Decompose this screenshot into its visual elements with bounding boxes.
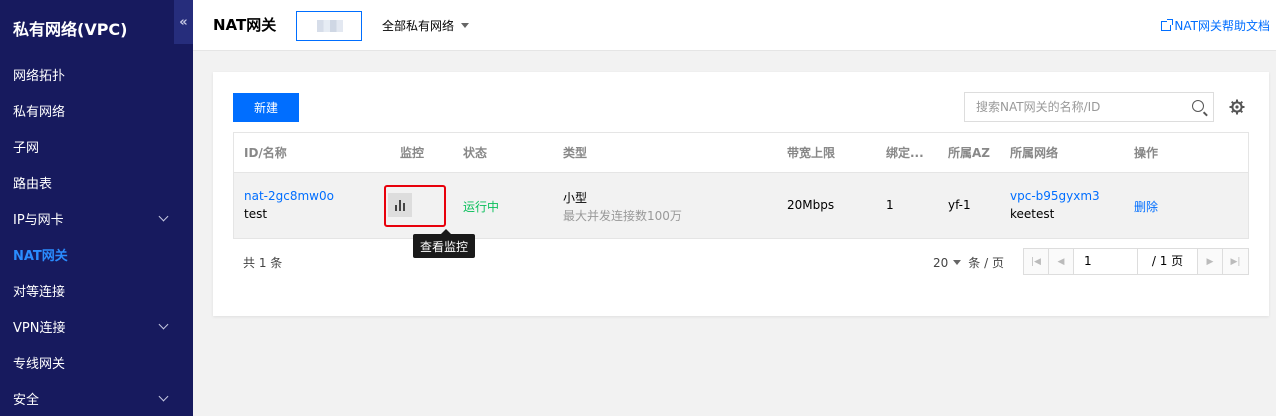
total-count: 共 1 条 xyxy=(243,256,283,270)
search-icon[interactable] xyxy=(1192,100,1204,112)
vpc-name: keetest xyxy=(1010,207,1055,221)
col-az: 所属AZ xyxy=(948,146,990,160)
sidebar: 私有网络(VPC) « 网络拓扑 私有网络 子网 路由表 IP与网卡 NAT网关… xyxy=(0,0,193,416)
col-type: 类型 xyxy=(563,146,588,160)
sidebar-item-dc-gateway[interactable]: 专线网关 xyxy=(0,344,193,380)
col-status: 状态 xyxy=(463,146,488,160)
sidebar-item-label: 子网 xyxy=(13,140,40,156)
help-doc-label: NAT网关帮助文档 xyxy=(1174,19,1270,33)
page-size-unit: 条 / 页 xyxy=(968,256,1004,270)
prev-page-icon[interactable]: ◀ xyxy=(1049,249,1074,274)
nat-gateway-card: 新建 搜索NAT网关的名称/ID ID/名称 监控 状态 类型 带宽上限 绑定.… xyxy=(213,72,1269,316)
sidebar-item-label: 路由表 xyxy=(13,176,53,192)
chevron-down-icon xyxy=(158,211,169,221)
sidebar-item-label: IP与网卡 xyxy=(13,212,64,228)
pagination: |◀ ◀ 1 / 1 页 ▶ ▶| xyxy=(1023,248,1249,275)
sidebar-item-vpn[interactable]: VPN连接 xyxy=(0,308,193,344)
new-button[interactable]: 新建 xyxy=(233,93,299,122)
sidebar-item-subnet[interactable]: 子网 xyxy=(0,128,193,164)
topbar: NAT网关 全部私有网络 NAT网关帮助文档 xyxy=(193,0,1276,51)
nat-name: test xyxy=(244,207,268,221)
sidebar-item-label: 专线网关 xyxy=(13,356,66,372)
sidebar-item-route-table[interactable]: 路由表 xyxy=(0,164,193,200)
collapse-sidebar-icon[interactable]: « xyxy=(174,0,193,44)
page-size-value: 20 xyxy=(933,255,949,270)
col-id-name: ID/名称 xyxy=(244,146,287,160)
sidebar-item-label: 私有网络 xyxy=(13,104,66,120)
col-monitor: 监控 xyxy=(400,146,425,160)
table-header: ID/名称 监控 状态 类型 带宽上限 绑定... 所属AZ 所属网络 操作 xyxy=(234,133,1248,173)
search-input[interactable]: 搜索NAT网关的名称/ID xyxy=(964,92,1214,122)
bandwidth-value: 20Mbps xyxy=(787,198,835,212)
caret-down-icon xyxy=(953,260,962,265)
col-vpc: 所属网络 xyxy=(1010,146,1059,160)
delete-button[interactable]: 删除 xyxy=(1134,198,1158,215)
table-row: nat-2gc8mw0o test 运行中 小型 最大并发连接数100万 20M… xyxy=(234,173,1248,238)
sidebar-item-label: NAT网关 xyxy=(13,248,68,264)
page-size-selector[interactable]: 20 条 / 页 xyxy=(933,254,1004,271)
vpc-id-link[interactable]: vpc-b95gyxm3 xyxy=(1010,189,1100,203)
external-link-icon xyxy=(1161,18,1174,31)
vpc-filter-dropdown[interactable]: 全部私有网络 xyxy=(382,0,470,51)
sidebar-item-nat-gateway[interactable]: NAT网关 xyxy=(0,236,193,272)
sidebar-item-security[interactable]: 安全 xyxy=(0,380,193,416)
sidebar-item-topology[interactable]: 网络拓扑 xyxy=(0,56,193,92)
caret-down-icon xyxy=(461,23,470,28)
chevron-down-icon xyxy=(158,391,169,401)
status-badge: 运行中 xyxy=(463,200,500,214)
type-description: 最大并发连接数100万 xyxy=(563,209,682,223)
vpc-filter-label: 全部私有网络 xyxy=(382,19,455,33)
help-doc-link[interactable]: NAT网关帮助文档 xyxy=(1161,0,1270,51)
bound-count: 1 xyxy=(886,198,894,212)
col-bandwidth: 带宽上限 xyxy=(787,146,836,160)
sidebar-item-label: 网络拓扑 xyxy=(13,68,66,84)
az-value: yf-1 xyxy=(948,198,971,212)
monitor-tooltip: 查看监控 xyxy=(413,229,475,258)
search-placeholder: 搜索NAT网关的名称/ID xyxy=(976,100,1101,114)
type-value: 小型 xyxy=(563,191,588,205)
sidebar-header: 私有网络(VPC) « xyxy=(0,0,193,56)
chevron-down-icon xyxy=(158,319,169,329)
col-bound: 绑定... xyxy=(886,146,924,160)
sidebar-item-label: VPN连接 xyxy=(13,320,66,336)
total-pages: / 1 页 xyxy=(1138,249,1198,274)
next-page-icon[interactable]: ▶ xyxy=(1198,249,1223,274)
first-page-icon[interactable]: |◀ xyxy=(1024,249,1049,274)
col-actions: 操作 xyxy=(1134,146,1159,160)
monitor-chart-icon[interactable] xyxy=(388,193,412,217)
sidebar-item-peering[interactable]: 对等连接 xyxy=(0,272,193,308)
nat-id-link[interactable]: nat-2gc8mw0o xyxy=(244,189,334,203)
region-selector[interactable] xyxy=(296,11,362,41)
gear-icon[interactable] xyxy=(1229,99,1245,115)
nat-gateway-table: ID/名称 监控 状态 类型 带宽上限 绑定... 所属AZ 所属网络 操作 n… xyxy=(233,132,1249,239)
page-input[interactable]: 1 xyxy=(1074,249,1138,274)
sidebar-item-label: 安全 xyxy=(13,392,40,408)
redacted-region-label xyxy=(317,20,343,32)
sidebar-title: 私有网络(VPC) xyxy=(13,20,128,39)
last-page-icon[interactable]: ▶| xyxy=(1223,249,1248,274)
sidebar-item-vpc[interactable]: 私有网络 xyxy=(0,92,193,128)
page-title: NAT网关 xyxy=(213,16,277,34)
sidebar-item-ip-eni[interactable]: IP与网卡 xyxy=(0,200,193,236)
sidebar-item-label: 对等连接 xyxy=(13,284,66,300)
